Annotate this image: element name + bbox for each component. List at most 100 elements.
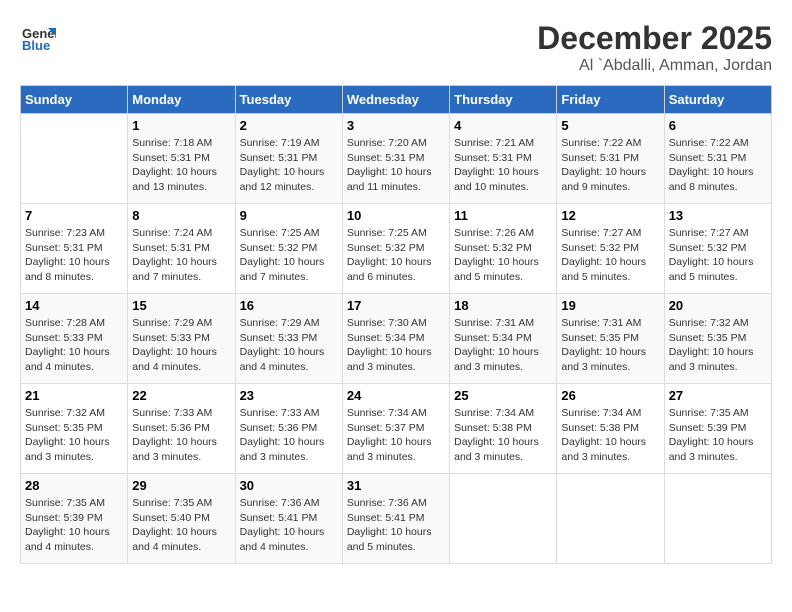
calendar-cell: 17 Sunrise: 7:30 AM Sunset: 5:34 PM Dayli… bbox=[342, 294, 449, 384]
calendar-cell: 25Sunrise: 7:34 AM Sunset: 5:38 PM Dayli… bbox=[450, 384, 557, 474]
title-block: December 2025 Al `Abdalli, Amman, Jordan bbox=[537, 20, 772, 75]
svg-text:Blue: Blue bbox=[22, 38, 50, 53]
calendar-cell bbox=[21, 114, 128, 204]
day-info: Sunrise: 7:35 AM Sunset: 5:40 PM Dayligh… bbox=[132, 496, 230, 555]
day-number: 12 bbox=[561, 208, 659, 223]
logo-icon: General Blue bbox=[20, 20, 56, 56]
month-title: December 2025 bbox=[537, 20, 772, 57]
day-info: Sunrise: 7:36 AM Sunset: 5:41 PM Dayligh… bbox=[347, 496, 445, 555]
weekday-header-row: SundayMondayTuesdayWednesdayThursdayFrid… bbox=[21, 86, 772, 114]
day-number: 1 bbox=[132, 118, 230, 133]
calendar-cell: 1 Sunrise: 7:18 AM Sunset: 5:31 PM Daylig… bbox=[128, 114, 235, 204]
day-info: Sunrise: 7:22 AM Sunset: 5:31 PM Dayligh… bbox=[561, 136, 659, 195]
calendar-cell bbox=[557, 474, 664, 564]
calendar-cell: 22 Sunrise: 7:33 AM Sunset: 5:36 PM Dayli… bbox=[128, 384, 235, 474]
calendar-cell bbox=[450, 474, 557, 564]
calendar-cell: 18 Sunrise: 7:31 AM Sunset: 5:34 PM Dayli… bbox=[450, 294, 557, 384]
day-number: 2 bbox=[240, 118, 338, 133]
day-number: 30 bbox=[240, 478, 338, 493]
day-info: Sunrise: 7:25 AM Sunset: 5:32 PM Dayligh… bbox=[347, 226, 445, 285]
day-info: Sunrise: 7:18 AM Sunset: 5:31 PM Dayligh… bbox=[132, 136, 230, 195]
calendar-cell: 21 Sunrise: 7:32 AM Sunset: 5:35 PM Dayli… bbox=[21, 384, 128, 474]
day-info: Sunrise: 7:20 AM Sunset: 5:31 PM Dayligh… bbox=[347, 136, 445, 195]
calendar-cell: 10 Sunrise: 7:25 AM Sunset: 5:32 PM Dayli… bbox=[342, 204, 449, 294]
day-number: 18 bbox=[454, 298, 552, 313]
day-info: Sunrise: 7:34 AM Sunset: 5:38 PM Dayligh… bbox=[561, 406, 659, 465]
weekday-wednesday: Wednesday bbox=[342, 86, 449, 114]
day-info: Sunrise: 7:35 AM Sunset: 5:39 PM Dayligh… bbox=[25, 496, 123, 555]
day-info: Sunrise: 7:35 AM Sunset: 5:39 PM Dayligh… bbox=[669, 406, 767, 465]
day-number: 27 bbox=[669, 388, 767, 403]
day-info: Sunrise: 7:32 AM Sunset: 5:35 PM Dayligh… bbox=[669, 316, 767, 375]
calendar-cell: 11Sunrise: 7:26 AM Sunset: 5:32 PM Dayli… bbox=[450, 204, 557, 294]
calendar-cell: 5 Sunrise: 7:22 AM Sunset: 5:31 PM Daylig… bbox=[557, 114, 664, 204]
day-number: 24 bbox=[347, 388, 445, 403]
day-number: 17 bbox=[347, 298, 445, 313]
calendar-cell: 24 Sunrise: 7:34 AM Sunset: 5:37 PM Dayli… bbox=[342, 384, 449, 474]
day-info: Sunrise: 7:31 AM Sunset: 5:35 PM Dayligh… bbox=[561, 316, 659, 375]
day-info: Sunrise: 7:27 AM Sunset: 5:32 PM Dayligh… bbox=[561, 226, 659, 285]
calendar-cell: 27 Sunrise: 7:35 AM Sunset: 5:39 PM Dayli… bbox=[664, 384, 771, 474]
day-number: 15 bbox=[132, 298, 230, 313]
day-number: 28 bbox=[25, 478, 123, 493]
day-number: 4 bbox=[454, 118, 552, 133]
day-info: Sunrise: 7:22 AM Sunset: 5:31 PM Dayligh… bbox=[669, 136, 767, 195]
day-info: Sunrise: 7:32 AM Sunset: 5:35 PM Dayligh… bbox=[25, 406, 123, 465]
day-info: Sunrise: 7:33 AM Sunset: 5:36 PM Dayligh… bbox=[132, 406, 230, 465]
day-info: Sunrise: 7:24 AM Sunset: 5:31 PM Dayligh… bbox=[132, 226, 230, 285]
weekday-tuesday: Tuesday bbox=[235, 86, 342, 114]
calendar-cell: 30Sunrise: 7:36 AM Sunset: 5:41 PM Dayli… bbox=[235, 474, 342, 564]
day-number: 11 bbox=[454, 208, 552, 223]
calendar-cell: 8 Sunrise: 7:24 AM Sunset: 5:31 PM Daylig… bbox=[128, 204, 235, 294]
calendar-week-2: 7 Sunrise: 7:23 AM Sunset: 5:31 PM Daylig… bbox=[21, 204, 772, 294]
day-number: 5 bbox=[561, 118, 659, 133]
calendar-cell: 26Sunrise: 7:34 AM Sunset: 5:38 PM Dayli… bbox=[557, 384, 664, 474]
calendar-cell: 4Sunrise: 7:21 AM Sunset: 5:31 PM Daylig… bbox=[450, 114, 557, 204]
calendar-cell: 28 Sunrise: 7:35 AM Sunset: 5:39 PM Dayli… bbox=[21, 474, 128, 564]
day-number: 16 bbox=[240, 298, 338, 313]
day-number: 10 bbox=[347, 208, 445, 223]
weekday-sunday: Sunday bbox=[21, 86, 128, 114]
day-number: 9 bbox=[240, 208, 338, 223]
day-number: 7 bbox=[25, 208, 123, 223]
day-number: 21 bbox=[25, 388, 123, 403]
weekday-friday: Friday bbox=[557, 86, 664, 114]
calendar-cell: 19Sunrise: 7:31 AM Sunset: 5:35 PM Dayli… bbox=[557, 294, 664, 384]
day-info: Sunrise: 7:29 AM Sunset: 5:33 PM Dayligh… bbox=[132, 316, 230, 375]
calendar-body: 1 Sunrise: 7:18 AM Sunset: 5:31 PM Daylig… bbox=[21, 114, 772, 564]
calendar-cell: 9 Sunrise: 7:25 AM Sunset: 5:32 PM Daylig… bbox=[235, 204, 342, 294]
day-info: Sunrise: 7:23 AM Sunset: 5:31 PM Dayligh… bbox=[25, 226, 123, 285]
day-number: 8 bbox=[132, 208, 230, 223]
calendar-cell: 14 Sunrise: 7:28 AM Sunset: 5:33 PM Dayli… bbox=[21, 294, 128, 384]
weekday-thursday: Thursday bbox=[450, 86, 557, 114]
calendar-cell: 13Sunrise: 7:27 AM Sunset: 5:32 PM Dayli… bbox=[664, 204, 771, 294]
calendar-table: SundayMondayTuesdayWednesdayThursdayFrid… bbox=[20, 85, 772, 564]
weekday-monday: Monday bbox=[128, 86, 235, 114]
page-header: General Blue December 2025 Al `Abdalli, … bbox=[20, 20, 772, 75]
day-info: Sunrise: 7:31 AM Sunset: 5:34 PM Dayligh… bbox=[454, 316, 552, 375]
day-info: Sunrise: 7:34 AM Sunset: 5:37 PM Dayligh… bbox=[347, 406, 445, 465]
calendar-cell: 31 Sunrise: 7:36 AM Sunset: 5:41 PM Dayli… bbox=[342, 474, 449, 564]
calendar-cell: 15 Sunrise: 7:29 AM Sunset: 5:33 PM Dayli… bbox=[128, 294, 235, 384]
day-info: Sunrise: 7:30 AM Sunset: 5:34 PM Dayligh… bbox=[347, 316, 445, 375]
calendar-cell: 23Sunrise: 7:33 AM Sunset: 5:36 PM Dayli… bbox=[235, 384, 342, 474]
calendar-cell: 6Sunrise: 7:22 AM Sunset: 5:31 PM Daylig… bbox=[664, 114, 771, 204]
day-info: Sunrise: 7:19 AM Sunset: 5:31 PM Dayligh… bbox=[240, 136, 338, 195]
calendar-cell: 2 Sunrise: 7:19 AM Sunset: 5:31 PM Daylig… bbox=[235, 114, 342, 204]
day-number: 31 bbox=[347, 478, 445, 493]
calendar-cell: 7 Sunrise: 7:23 AM Sunset: 5:31 PM Daylig… bbox=[21, 204, 128, 294]
day-info: Sunrise: 7:33 AM Sunset: 5:36 PM Dayligh… bbox=[240, 406, 338, 465]
calendar-cell: 12 Sunrise: 7:27 AM Sunset: 5:32 PM Dayli… bbox=[557, 204, 664, 294]
day-info: Sunrise: 7:29 AM Sunset: 5:33 PM Dayligh… bbox=[240, 316, 338, 375]
day-number: 14 bbox=[25, 298, 123, 313]
calendar-cell: 20Sunrise: 7:32 AM Sunset: 5:35 PM Dayli… bbox=[664, 294, 771, 384]
day-number: 13 bbox=[669, 208, 767, 223]
day-info: Sunrise: 7:28 AM Sunset: 5:33 PM Dayligh… bbox=[25, 316, 123, 375]
calendar-week-5: 28 Sunrise: 7:35 AM Sunset: 5:39 PM Dayli… bbox=[21, 474, 772, 564]
day-info: Sunrise: 7:25 AM Sunset: 5:32 PM Dayligh… bbox=[240, 226, 338, 285]
calendar-cell: 29Sunrise: 7:35 AM Sunset: 5:40 PM Dayli… bbox=[128, 474, 235, 564]
calendar-week-1: 1 Sunrise: 7:18 AM Sunset: 5:31 PM Daylig… bbox=[21, 114, 772, 204]
calendar-cell bbox=[664, 474, 771, 564]
day-number: 22 bbox=[132, 388, 230, 403]
weekday-saturday: Saturday bbox=[664, 86, 771, 114]
